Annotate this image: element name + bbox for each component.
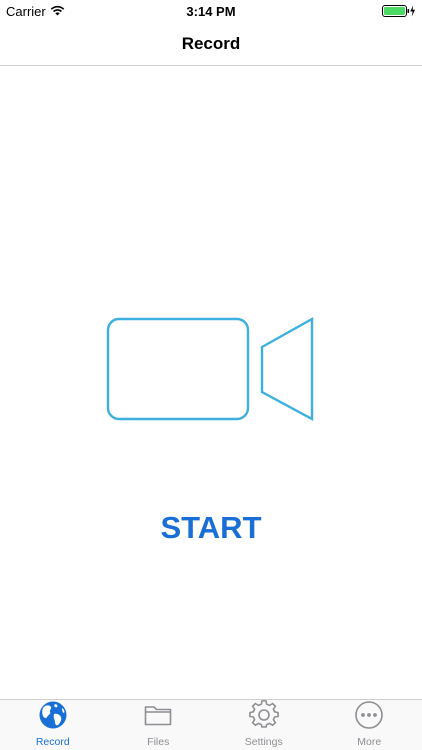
tab-record[interactable]: Record <box>0 700 106 750</box>
globe-icon <box>38 700 68 735</box>
status-right <box>382 5 416 20</box>
status-time: 3:14 PM <box>186 4 236 19</box>
tab-more[interactable]: More <box>317 700 422 750</box>
tab-label-settings: Settings <box>244 736 283 748</box>
tab-label-record: Record <box>35 736 70 748</box>
tab-bar: Record Files Settings More <box>0 699 422 750</box>
gear-icon <box>248 700 279 735</box>
battery-charging-icon <box>382 5 416 20</box>
folder-icon <box>143 700 173 735</box>
tab-label-files: Files <box>147 736 170 748</box>
status-bar: Carrier 3:14 PM <box>0 0 422 22</box>
tab-label-more: More <box>357 736 382 748</box>
tab-settings[interactable]: Settings <box>211 700 317 750</box>
more-icon <box>354 700 384 735</box>
video-camera-icon[interactable] <box>105 316 317 429</box>
nav-bar: Record <box>0 22 422 66</box>
page-title: Record <box>181 34 241 53</box>
start-button[interactable]: START <box>0 510 422 546</box>
tab-files[interactable]: Files <box>106 700 212 750</box>
